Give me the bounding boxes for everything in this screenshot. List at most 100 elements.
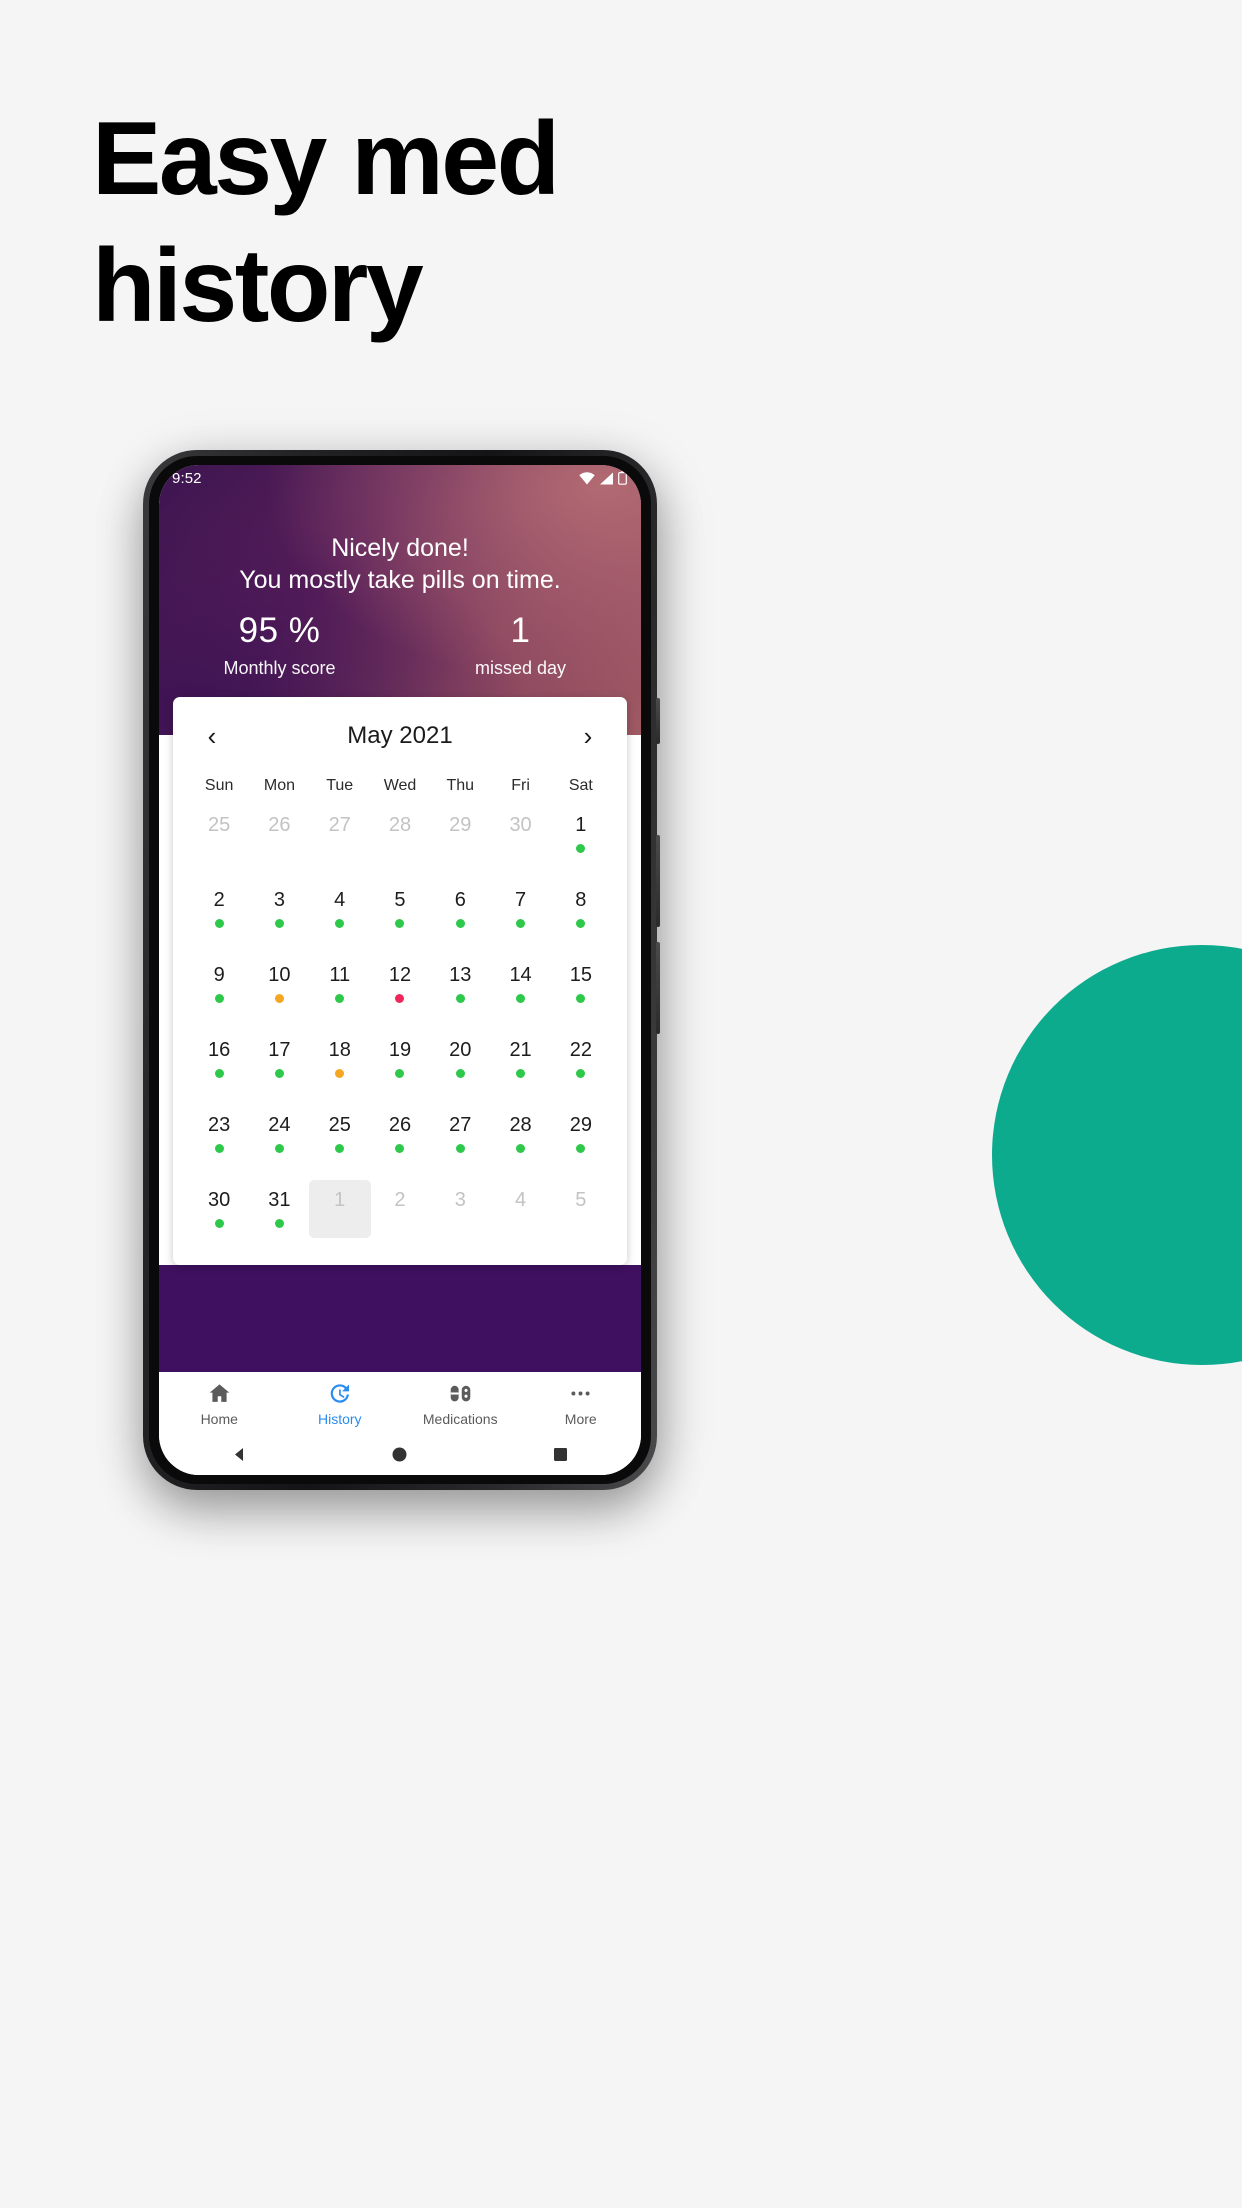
nav-item-home[interactable]: Home [159, 1381, 280, 1427]
phone-side-button-middle[interactable] [656, 835, 660, 927]
calendar-day-cell[interactable]: 3 [430, 1182, 490, 1245]
calendar-day-cell[interactable]: 19 [370, 1032, 430, 1095]
calendar-day-number: 26 [388, 1114, 412, 1136]
calendar-day-number: 16 [208, 1039, 231, 1061]
wifi-icon [579, 471, 595, 484]
history-clock-icon [327, 1381, 352, 1406]
calendar-day-cell[interactable]: 29 [430, 807, 490, 870]
calendar-day-cell[interactable]: 10 [249, 957, 309, 1020]
calendar-day-number: 9 [213, 964, 225, 986]
calendar-day-cell[interactable]: 12 [370, 957, 430, 1020]
calendar-day-cell[interactable]: 25 [189, 807, 249, 870]
calendar-day-cell[interactable]: 9 [189, 957, 249, 1020]
calendar-day-cell[interactable]: 31 [249, 1182, 309, 1245]
calendar-day-number: 3 [273, 889, 285, 911]
calendar-day-cell[interactable]: 30 [490, 807, 550, 870]
calendar-day-number: 25 [208, 814, 231, 836]
calendar-weekday-thu: Thu [446, 777, 475, 794]
calendar-day-number: 29 [449, 814, 472, 836]
calendar-day-cell[interactable]: 28 [370, 807, 430, 870]
hero-subtitle: You mostly take pills on time. [239, 565, 561, 594]
adherence-dot-taken [455, 1144, 465, 1153]
calendar-day-number: 10 [268, 964, 291, 986]
calendar-day-cell[interactable]: 18 [310, 1032, 370, 1095]
calendar-day-number: 4 [515, 1189, 527, 1211]
phone-side-button-bottom[interactable] [656, 942, 660, 1034]
calendar-week-row: 9 10 11 12 13 14 15 [189, 957, 611, 1020]
calendar-day-cell[interactable]: 25 [310, 1107, 370, 1170]
phone-side-button-top[interactable] [656, 698, 660, 744]
recents-square-icon[interactable] [551, 1445, 570, 1464]
hero-stats: 95 % Monthly score 1 missed day [159, 596, 641, 679]
calendar-day-cell[interactable]: 7 [490, 882, 550, 945]
adherence-dot-taken [335, 1144, 345, 1153]
calendar-day-cell[interactable]: 27 [310, 807, 370, 870]
calendar-weekday-mon: Mon [263, 777, 295, 794]
calendar-day-cell[interactable]: 5 [551, 1182, 611, 1245]
calendar-day-number: 15 [569, 964, 592, 986]
nav-item-history[interactable]: History [280, 1381, 401, 1427]
calendar-day-cell[interactable]: 6 [430, 882, 490, 945]
calendar-day-cell[interactable]: 22 [551, 1032, 611, 1095]
promo-screenshot: Easy med history 9:52 Nicely done! You m… [0, 0, 1242, 2208]
calendar-day-cell[interactable]: 4 [490, 1182, 550, 1245]
calendar-day-cell[interactable]: 4 [310, 882, 370, 945]
calendar-day-cell[interactable]: 28 [490, 1107, 550, 1170]
adherence-dot-taken [576, 844, 586, 853]
status-bar: 9:52 [159, 465, 641, 491]
calendar-day-cell[interactable]: 11 [310, 957, 370, 1020]
calendar-day-cell[interactable]: 26 [249, 807, 309, 870]
calendar-day-cell[interactable]: 2 [370, 1182, 430, 1245]
calendar-day-number: 30 [509, 814, 532, 836]
calendar-day-cell[interactable]: 14 [490, 957, 550, 1020]
adherence-dot-taken [395, 919, 405, 928]
nav-label-medications: Medications [422, 1411, 498, 1427]
calendar-day-number: 18 [328, 1039, 351, 1061]
calendar-day-cell[interactable]: 13 [430, 957, 490, 1020]
calendar-day-cell[interactable]: 26 [370, 1107, 430, 1170]
calendar-day-cell[interactable]: 24 [249, 1107, 309, 1170]
calendar-day-number: 14 [509, 964, 532, 986]
calendar-day-cell[interactable]: 5 [370, 882, 430, 945]
calendar-day-cell[interactable]: 27 [430, 1107, 490, 1170]
calendar-day-cell[interactable]: 2 [189, 882, 249, 945]
stat-monthly-score-value: 95 % [238, 611, 321, 650]
adherence-dot-missed [395, 994, 405, 1003]
calendar-day-cell[interactable]: 21 [490, 1032, 550, 1095]
calendar-day-cell[interactable]: 8 [551, 882, 611, 945]
adherence-dot-taken [274, 1219, 284, 1228]
calendar-day-cell[interactable]: 16 [189, 1032, 249, 1095]
calendar-day-number: 5 [394, 889, 406, 911]
calendar-day-number: 26 [268, 814, 291, 836]
calendar-day-cell[interactable]: 3 [249, 882, 309, 945]
nav-item-more[interactable]: More [521, 1381, 642, 1427]
calendar-day-cell[interactable]: 30 [189, 1182, 249, 1245]
adherence-dot-taken [214, 1219, 224, 1228]
adherence-dot-taken [214, 1069, 224, 1078]
calendar-day-number: 12 [388, 964, 412, 986]
nav-item-medications[interactable]: Medications [400, 1381, 521, 1427]
more-dots-icon [568, 1381, 593, 1406]
calendar-day-cell[interactable]: 15 [551, 957, 611, 1020]
calendar-day-cell[interactable]: 17 [249, 1032, 309, 1095]
calendar-next-month-button[interactable]: › [573, 721, 603, 751]
stat-missed-days-value: 1 [510, 611, 531, 650]
calendar-day-cell[interactable]: 1 [310, 1182, 370, 1245]
calendar-day-cell[interactable]: 23 [189, 1107, 249, 1170]
calendar-weekday-sat: Sat [568, 777, 593, 794]
back-triangle-icon[interactable] [230, 1445, 249, 1464]
adherence-dot-taken [274, 1069, 284, 1078]
calendar-day-number: 20 [449, 1039, 472, 1061]
nav-label-home: Home [200, 1411, 238, 1427]
adherence-dot-taken [576, 919, 586, 928]
calendar-day-cell[interactable]: 1 [551, 807, 611, 870]
adherence-dot-taken [214, 919, 224, 928]
calendar-day-number: 4 [334, 889, 346, 911]
home-circle-icon[interactable] [390, 1445, 409, 1464]
calendar-day-number: 8 [575, 889, 587, 911]
calendar-week-row: 16 17 18 19 20 21 22 [189, 1032, 611, 1095]
calendar-prev-month-button[interactable]: ‹ [197, 721, 227, 751]
calendar-day-cell[interactable]: 20 [430, 1032, 490, 1095]
calendar-day-cell[interactable]: 29 [551, 1107, 611, 1170]
calendar-day-number: 27 [449, 1114, 472, 1136]
